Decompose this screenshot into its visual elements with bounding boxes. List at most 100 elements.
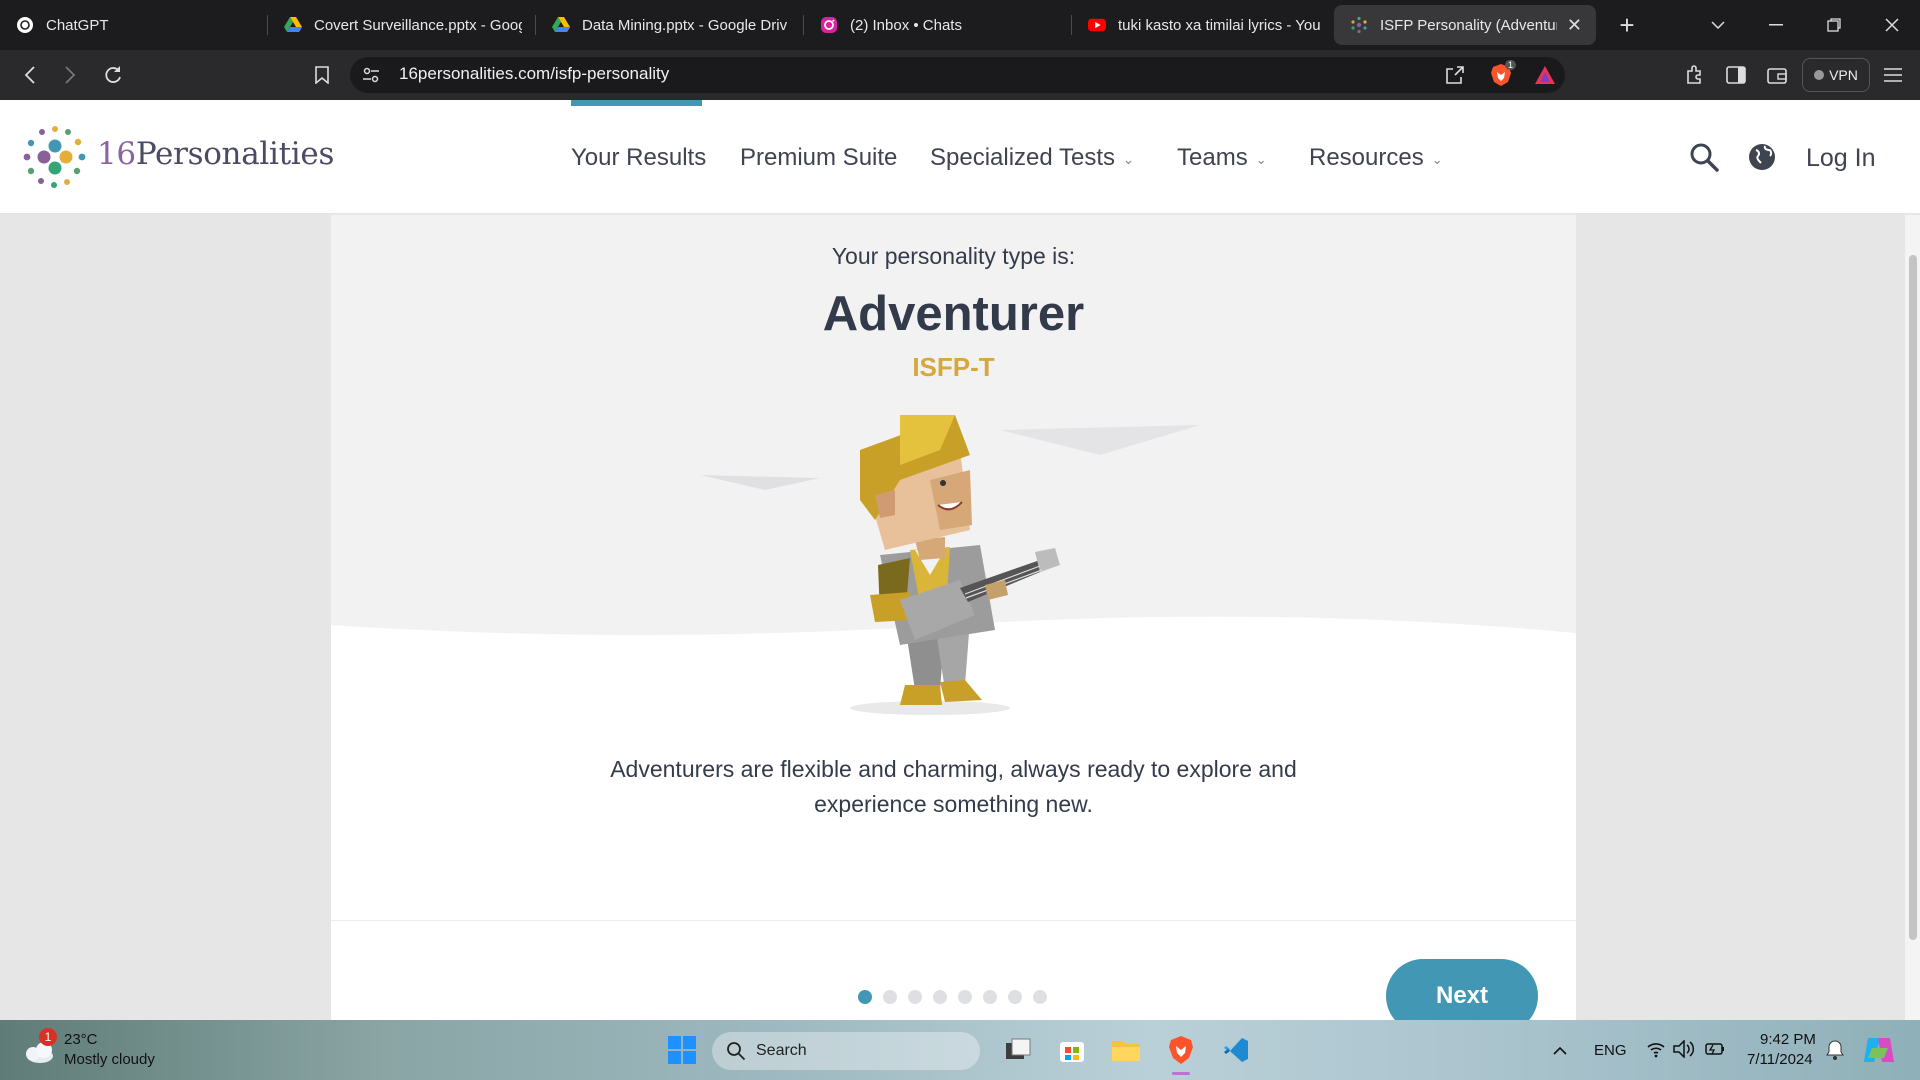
tab-search-chevron-icon[interactable] — [1690, 0, 1746, 50]
logo-name: Personalities — [135, 136, 335, 172]
copilot-icon[interactable] — [1862, 1034, 1896, 1071]
share-icon[interactable] — [1440, 60, 1470, 90]
scrollbar-thumb[interactable] — [1909, 255, 1917, 940]
globe-icon[interactable] — [1747, 142, 1777, 172]
bookmark-icon[interactable] — [302, 50, 342, 100]
nav-resources[interactable]: Resources ⌄ — [1309, 144, 1443, 172]
personality-type-name: Adventurer — [822, 287, 1085, 341]
nav-label: Specialized Tests — [930, 144, 1115, 171]
vpn-button[interactable]: VPN — [1802, 58, 1870, 92]
personality-description: Adventurers are flexible and charming, a… — [610, 756, 1297, 817]
brave-browser-icon[interactable] — [1163, 1032, 1199, 1068]
task-view-icon[interactable] — [1000, 1032, 1036, 1068]
nav-premium-suite[interactable]: Premium Suite — [740, 144, 897, 172]
tab-label: Covert Surveillance.pptx - Goog — [314, 16, 522, 34]
tab-label: ISFP Personality (Adventure — [1380, 16, 1557, 34]
youtube-icon — [1088, 16, 1106, 34]
pagination-dot[interactable] — [958, 990, 972, 1004]
login-link[interactable]: Log In — [1806, 144, 1876, 173]
pagination-dot[interactable] — [858, 990, 872, 1004]
battery-icon[interactable] — [1704, 1040, 1726, 1063]
clock-time[interactable]: 9:42 PM — [1760, 1031, 1816, 1048]
microsoft-store-icon[interactable] — [1054, 1032, 1090, 1068]
tab-data-mining[interactable]: Data Mining.pptx - Google Driv — [536, 5, 804, 45]
google-drive-icon — [552, 16, 570, 34]
close-window-icon[interactable] — [1864, 0, 1920, 50]
volume-icon[interactable] — [1673, 1039, 1695, 1063]
slide-pagination — [858, 990, 1047, 1004]
pagination-dot[interactable] — [933, 990, 947, 1004]
close-tab-icon[interactable]: ✕ — [1567, 15, 1582, 36]
result-subtitle: Your personality type is: — [831, 243, 1076, 269]
weather-temp: 23°C — [64, 1031, 98, 1048]
sidebar-toggle-icon[interactable] — [1721, 60, 1751, 90]
pagination-dot[interactable] — [1033, 990, 1047, 1004]
tab-chatgpt[interactable]: ChatGPT — [0, 5, 268, 45]
weather-badge: 1 — [39, 1028, 57, 1046]
nav-label: Your Results — [571, 144, 707, 171]
pagination-dot[interactable] — [883, 990, 897, 1004]
tab-label: ChatGPT — [46, 16, 109, 34]
extensions-icon[interactable] — [1680, 60, 1710, 90]
vpn-status-icon — [1814, 70, 1825, 80]
notification-bell-icon[interactable] — [1826, 1040, 1844, 1065]
active-app-indicator — [1172, 1072, 1190, 1075]
language-indicator[interactable]: ENG — [1594, 1042, 1627, 1059]
pagination-dot[interactable] — [1008, 990, 1022, 1004]
logo-icon[interactable] — [22, 124, 88, 190]
16personalities-icon — [1350, 16, 1368, 34]
restore-icon[interactable] — [1806, 0, 1862, 50]
new-tab-button[interactable]: + — [1612, 10, 1642, 41]
chevron-down-icon: ⌄ — [1431, 152, 1443, 167]
weather-desc: Mostly cloudy — [64, 1051, 155, 1068]
brave-badge: 1 — [1505, 60, 1517, 70]
show-hidden-icons-chevron-icon[interactable] — [1550, 1040, 1570, 1060]
search-icon — [726, 1041, 746, 1061]
tab-youtube-lyrics[interactable]: tuki kasto xa timilai lyrics - YouT — [1072, 5, 1334, 45]
instagram-icon — [820, 16, 838, 34]
minimize-icon[interactable] — [1748, 0, 1804, 50]
nav-label: Teams — [1177, 144, 1248, 171]
reload-icon[interactable] — [93, 50, 133, 100]
nav-active-indicator — [571, 100, 702, 106]
personality-type-code: ISFP-T — [912, 352, 995, 382]
brave-shields-icon[interactable]: 1 — [1486, 60, 1517, 90]
clock-date[interactable]: 7/11/2024 — [1747, 1051, 1813, 1068]
logo-wordmark[interactable]: 16Personalities — [97, 136, 334, 172]
browser-tab-bar: ChatGPT Covert Surveillance.pptx - Goog … — [0, 0, 1920, 50]
logo-number: 16 — [97, 136, 136, 172]
search-icon[interactable] — [1689, 142, 1719, 172]
brave-rewards-icon[interactable] — [1530, 60, 1560, 90]
url-text: 16personalities.com/isfp-personality — [399, 64, 670, 83]
taskbar-search[interactable]: Search — [712, 1032, 980, 1070]
pagination-dot[interactable] — [908, 990, 922, 1004]
nav-label: Premium Suite — [740, 144, 898, 171]
taskbar-search-placeholder: Search — [756, 1042, 807, 1059]
site-settings-icon[interactable] — [356, 60, 386, 90]
menu-hamburger-icon[interactable] — [1878, 60, 1908, 90]
nav-your-results[interactable]: Your Results — [571, 144, 706, 172]
nav-label: Resources — [1309, 144, 1424, 171]
forward-arrow-icon[interactable] — [50, 50, 90, 100]
wifi-icon[interactable] — [1646, 1040, 1666, 1063]
tab-label: Data Mining.pptx - Google Driv — [582, 16, 788, 34]
chatgpt-icon — [16, 16, 34, 34]
tab-instagram-inbox[interactable]: (2) Inbox • Chats — [804, 5, 1072, 45]
tab-covert-surveillance[interactable]: Covert Surveillance.pptx - Goog — [268, 5, 536, 45]
tab-label: tuki kasto xa timilai lyrics - YouT — [1118, 16, 1320, 34]
tab-label: (2) Inbox • Chats — [850, 16, 962, 34]
chevron-down-icon: ⌄ — [1255, 152, 1267, 167]
card-divider — [331, 920, 1576, 921]
tab-isfp-personality[interactable]: ISFP Personality (Adventure ✕ — [1334, 5, 1596, 45]
back-arrow-icon[interactable] — [10, 50, 50, 100]
nav-specialized-tests[interactable]: Specialized Tests ⌄ — [930, 144, 1134, 172]
wallet-icon[interactable] — [1762, 60, 1792, 90]
chevron-down-icon: ⌄ — [1123, 152, 1134, 167]
adventurer-illustration — [700, 410, 1210, 720]
pagination-dot[interactable] — [983, 990, 997, 1004]
nav-teams[interactable]: Teams ⌄ — [1177, 144, 1267, 172]
vscode-icon[interactable] — [1218, 1032, 1254, 1068]
file-explorer-icon[interactable] — [1108, 1032, 1144, 1068]
google-drive-icon — [284, 16, 302, 34]
windows-start-icon[interactable] — [664, 1032, 700, 1068]
